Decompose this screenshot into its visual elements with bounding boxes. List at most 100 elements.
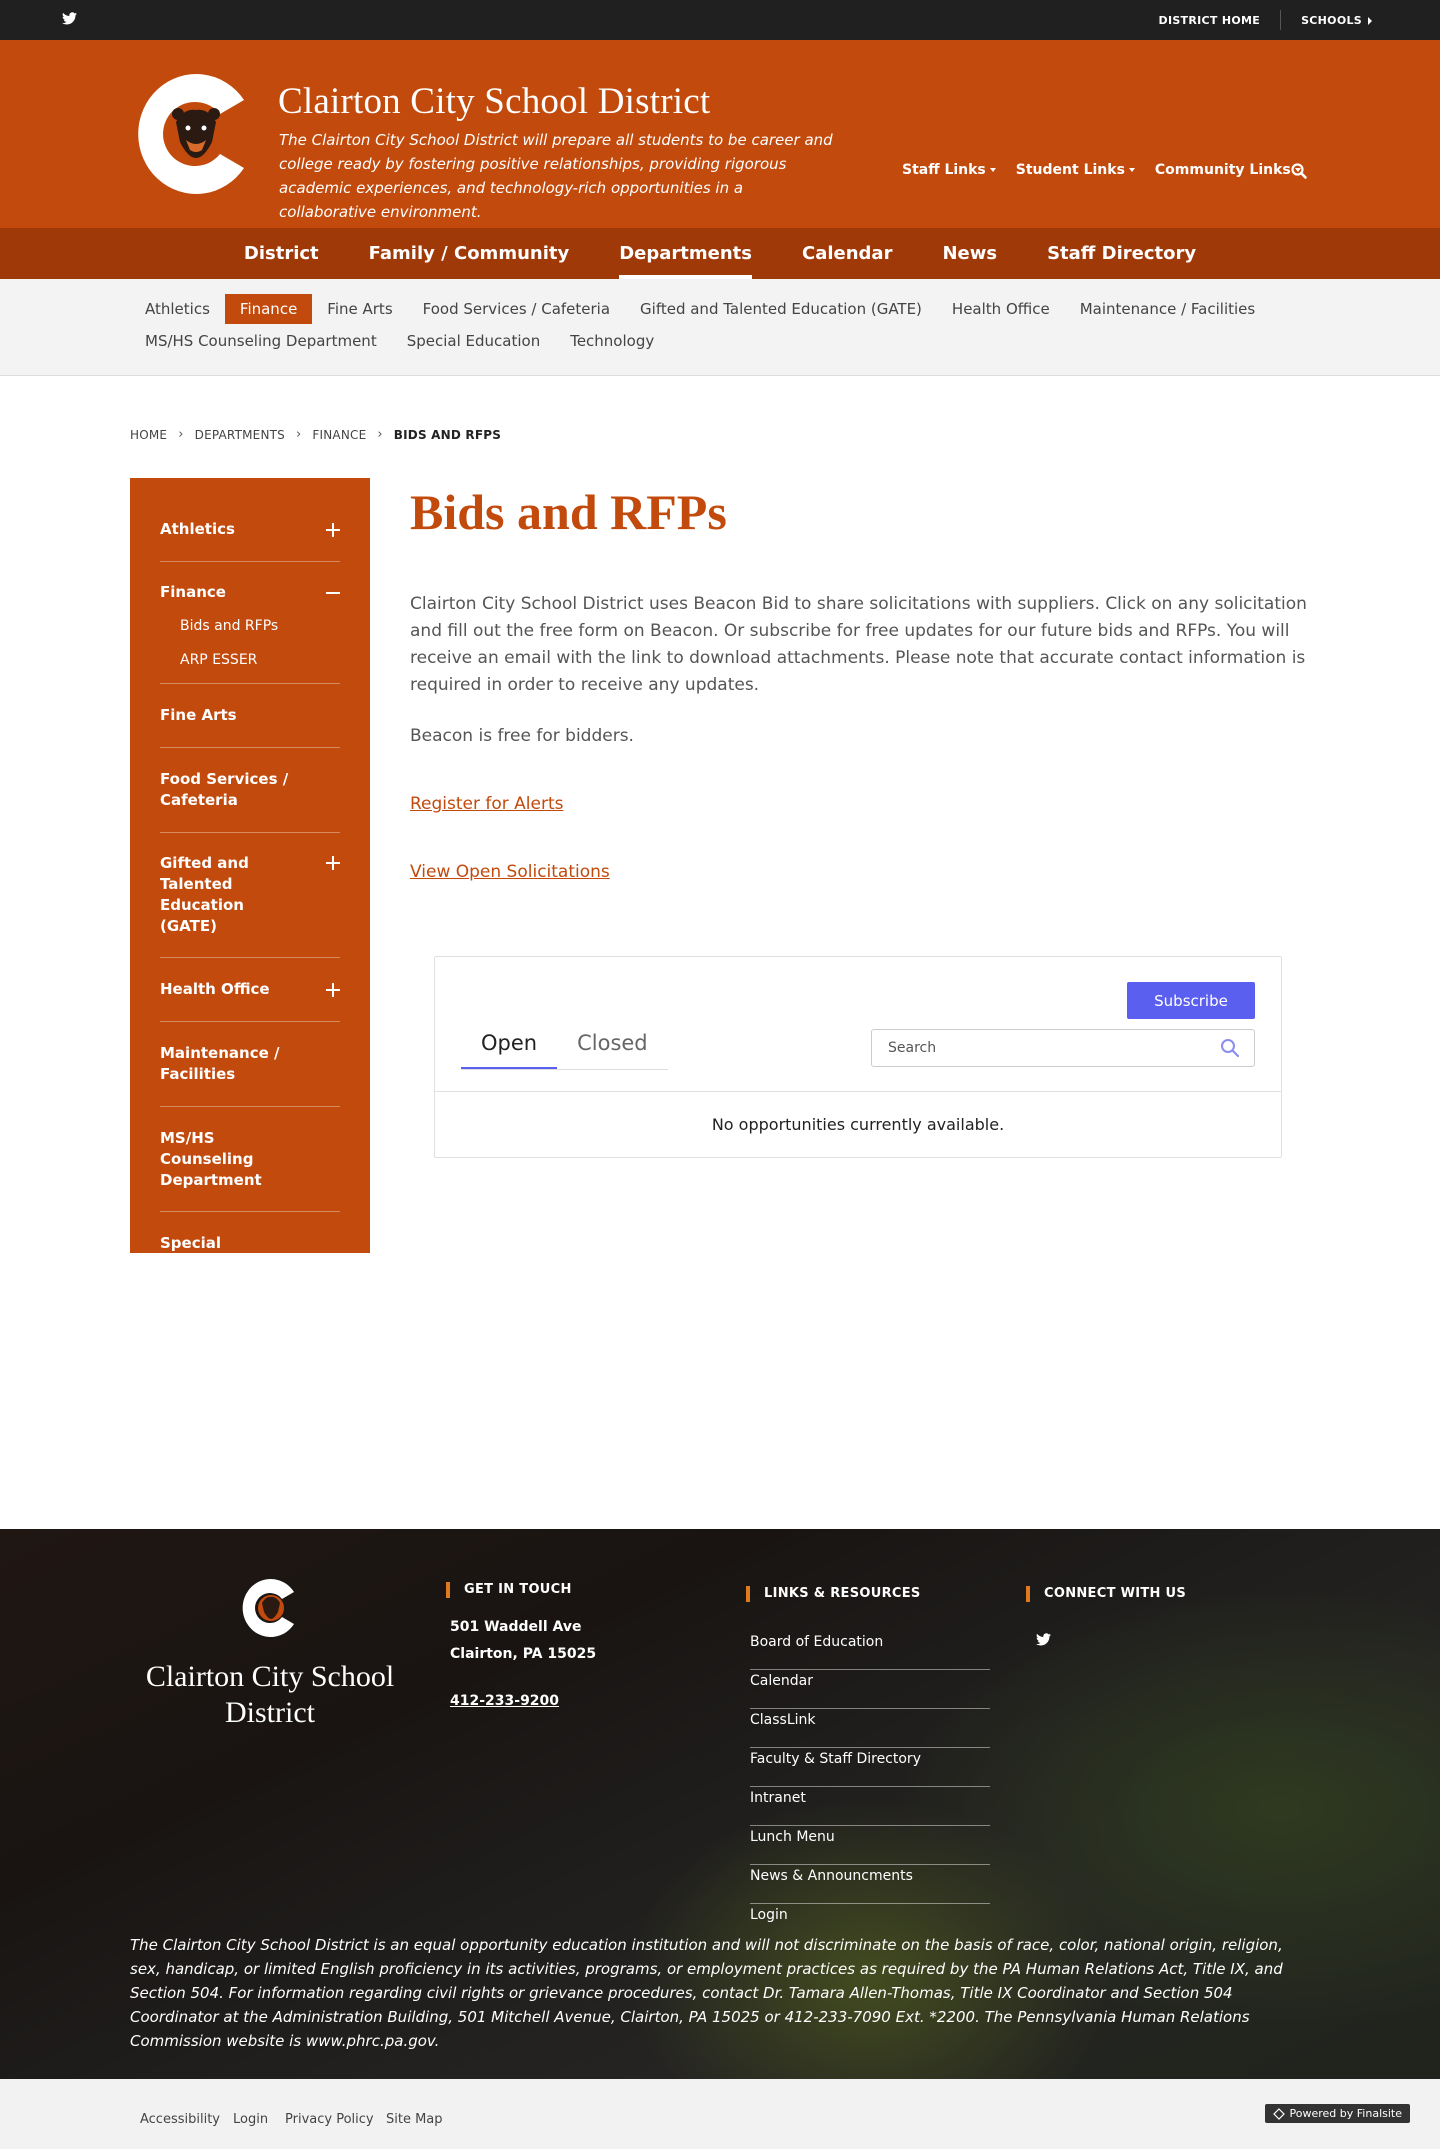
sidebar-sublink-arp-esser[interactable]: ARP ESSER <box>180 643 340 677</box>
caret-down-icon <box>989 168 996 172</box>
footer-links-list: Board of Education Calendar ClassLink Fa… <box>750 1631 990 1943</box>
expand-plus-icon[interactable] <box>326 982 340 997</box>
sidebar-item-counseling: MS/HS Counseling Department <box>160 1107 340 1212</box>
subnav-finance[interactable]: Finance <box>224 294 313 324</box>
schools-menu[interactable]: SCHOOLS <box>1281 14 1392 27</box>
subnav-athletics[interactable]: Athletics <box>130 294 225 324</box>
chevron-right-icon: › <box>295 427 302 442</box>
subnav-technology[interactable]: Technology <box>555 326 669 356</box>
footer-link-intranet[interactable]: Intranet <box>750 1787 990 1826</box>
subscribe-button[interactable]: Subscribe <box>1127 982 1255 1019</box>
footer-heading-connect: CONNECT WITH US <box>1026 1586 1186 1602</box>
subnav-special-education[interactable]: Special Education <box>392 326 556 356</box>
breadcrumb-departments[interactable]: DEPARTMENTS <box>195 428 285 442</box>
nav-news[interactable]: News <box>917 228 1022 279</box>
footer-link-directory[interactable]: Faculty & Staff Directory <box>750 1748 990 1787</box>
sidebar-link-health-office[interactable]: Health Office <box>160 979 340 1000</box>
utility-bar: DISTRICT HOME SCHOOLS <box>0 0 1440 40</box>
expand-plus-icon[interactable] <box>326 1321 340 1336</box>
district-logo[interactable] <box>138 70 252 198</box>
nav-departments[interactable]: Departments <box>594 228 777 279</box>
footer-link-board[interactable]: Board of Education <box>750 1631 990 1670</box>
bottom-bar: Accessibility Login Privacy Policy Site … <box>0 2079 1440 2149</box>
subnav-maintenance[interactable]: Maintenance / Facilities <box>1065 294 1270 324</box>
student-links-menu[interactable]: Student Links <box>1016 162 1135 178</box>
footer-link-news[interactable]: News & Announcments <box>750 1865 990 1904</box>
sidebar-link-special-education[interactable]: Special Education <box>160 1233 340 1275</box>
footer-heading-links: LINKS & RESOURCES <box>746 1586 921 1602</box>
search-icon[interactable] <box>1290 162 1308 180</box>
sidebar-item-food-services: Food Services / Cafeteria <box>160 748 340 833</box>
sidebar-item-finance: Finance Bids and RFPs ARP ESSER <box>160 562 340 684</box>
accessibility-link[interactable]: Accessibility <box>140 2112 220 2127</box>
bid-tabs: Open Closed <box>461 1025 668 1070</box>
collapse-minus-icon[interactable] <box>326 586 340 600</box>
intro-paragraph: Clairton City School District uses Beaco… <box>410 594 1307 695</box>
subnav-fine-arts[interactable]: Fine Arts <box>312 294 407 324</box>
subnav-food-services[interactable]: Food Services / Cafeteria <box>408 294 625 324</box>
expand-plus-icon[interactable] <box>326 522 340 537</box>
sidebar-link-athletics[interactable]: Athletics <box>160 519 340 540</box>
footer-address-line2: Clairton, PA 15025 <box>450 1646 597 1662</box>
nav-calendar[interactable]: Calendar <box>777 228 917 279</box>
breadcrumb-current: BIDS AND RFPS <box>393 427 502 442</box>
staff-links-menu[interactable]: Staff Links <box>902 162 996 178</box>
main-nav: District Family / Community Departments … <box>0 228 1440 279</box>
footer-phone-link[interactable]: 412-233-9200 <box>450 1693 559 1709</box>
privacy-policy-link[interactable]: Privacy Policy <box>285 2112 374 2127</box>
nav-district[interactable]: District <box>219 228 344 279</box>
district-home-link[interactable]: DISTRICT HOME <box>1139 14 1281 27</box>
breadcrumb-home[interactable]: HOME <box>130 428 167 442</box>
login-link[interactable]: Login <box>233 2112 268 2127</box>
community-links-menu[interactable]: Community Links <box>1155 162 1301 178</box>
footer-heading-contact: GET IN TOUCH <box>446 1582 572 1598</box>
sidebar-link-finance[interactable]: Finance <box>160 582 340 603</box>
site-tagline: The Clairton City School District will p… <box>279 131 833 221</box>
powered-by-finalsite-badge[interactable]: Powered by Finalsite <box>1264 2104 1410 2123</box>
breadcrumb: HOME › DEPARTMENTS › FINANCE › BIDS AND … <box>130 427 501 442</box>
sidebar-link-fine-arts[interactable]: Fine Arts <box>160 705 340 726</box>
footer-link-lunch[interactable]: Lunch Menu <box>750 1826 990 1865</box>
caret-right-icon <box>1368 16 1372 25</box>
view-solicitations-link[interactable]: View Open Solicitations <box>410 862 1310 882</box>
subnav-gate[interactable]: Gifted and Talented Education (GATE) <box>625 294 937 324</box>
tab-open[interactable]: Open <box>461 1025 558 1069</box>
site-map-link[interactable]: Site Map <box>386 2112 443 2127</box>
register-alerts-link[interactable]: Register for Alerts <box>410 794 1310 814</box>
powered-by-label: Powered by Finalsite <box>1289 2107 1402 2120</box>
sidebar-item-health-office: Health Office <box>160 958 340 1022</box>
sidebar-link-food-services[interactable]: Food Services / Cafeteria <box>160 769 340 811</box>
quick-links: Staff Links Student Links Community Link… <box>902 162 1321 178</box>
site-header: Clairton City School District The Clairt… <box>0 40 1440 228</box>
subnav-health-office[interactable]: Health Office <box>937 294 1065 324</box>
footer-logo[interactable] <box>242 1577 298 1639</box>
footer-link-classlink[interactable]: ClassLink <box>750 1709 990 1748</box>
sidebar-link-counseling[interactable]: MS/HS Counseling Department <box>160 1128 340 1191</box>
search-icon[interactable] <box>1220 1038 1240 1058</box>
community-links-label: Community Links <box>1154 162 1291 178</box>
page-title: Bids and RFPs <box>410 484 727 540</box>
expand-plus-icon[interactable] <box>326 856 340 870</box>
section-sidebar: Athletics Finance Bids and RFPs ARP ESSE… <box>130 478 370 1337</box>
subnav-counseling[interactable]: MS/HS Counseling Department <box>130 326 392 356</box>
footer-disclaimer: The Clairton City School District is an … <box>130 1936 1283 2050</box>
main-content: Bids and RFPs Clairton City School Distr… <box>410 478 1310 882</box>
site-title[interactable]: Clairton City School District <box>278 80 710 123</box>
divider <box>435 1091 1281 1092</box>
chevron-right-icon: › <box>377 427 383 442</box>
nav-staff-directory[interactable]: Staff Directory <box>1022 228 1221 279</box>
tab-closed[interactable]: Closed <box>557 1025 668 1069</box>
bid-search-input[interactable] <box>888 1040 1220 1056</box>
sidebar-link-gate[interactable]: Gifted and Talented Education (GATE) <box>160 853 340 937</box>
sidebar-sublink-bids-rfps[interactable]: Bids and RFPs <box>180 609 340 643</box>
footer-link-calendar[interactable]: Calendar <box>750 1670 990 1709</box>
intro-note: Beacon is free for bidders. <box>410 726 634 746</box>
sidebar-link-technology[interactable]: Technology <box>160 1318 340 1339</box>
breadcrumb-finance[interactable]: FINANCE <box>312 428 366 442</box>
finance-submenu: Bids and RFPs ARP ESSER <box>160 609 340 677</box>
twitter-icon[interactable] <box>62 11 77 29</box>
nav-family-community[interactable]: Family / Community <box>344 228 595 279</box>
sidebar-item-maintenance: Maintenance / Facilities <box>160 1022 340 1107</box>
sidebar-link-maintenance[interactable]: Maintenance / Facilities <box>160 1043 340 1085</box>
twitter-icon[interactable] <box>1036 1632 1051 1650</box>
